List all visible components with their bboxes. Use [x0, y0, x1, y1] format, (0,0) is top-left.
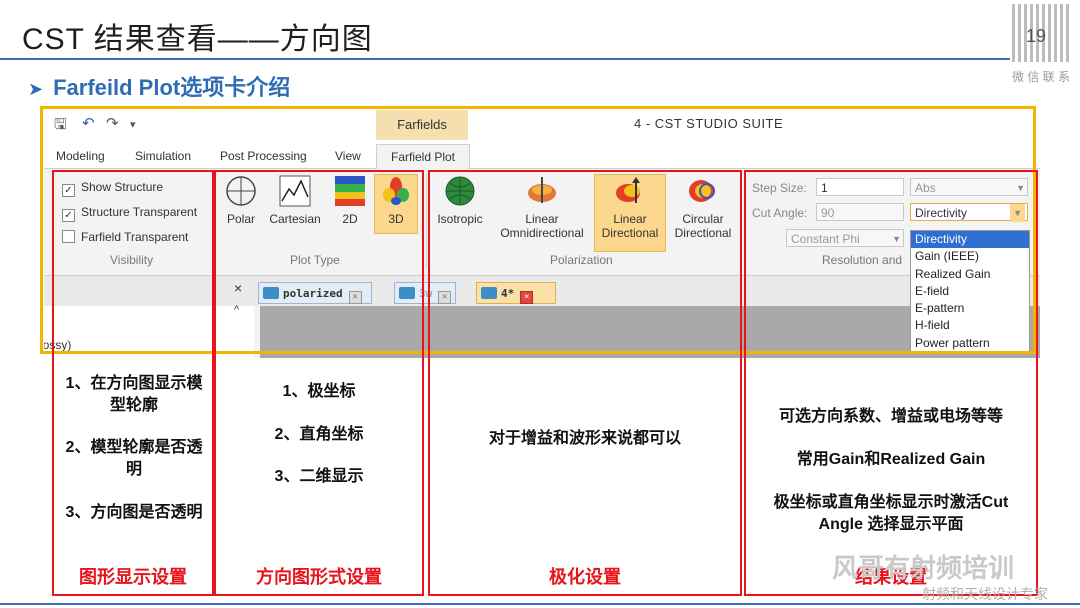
slide-title: CST 结果查看——方向图 — [22, 23, 373, 56]
note-plot-type-1: 1、极坐标 — [282, 383, 356, 400]
page-number: 19 — [1026, 26, 1047, 46]
caption-visibility: 图形显示设置 — [79, 567, 187, 587]
caption-plot-type: 方向图形式设置 — [256, 567, 382, 587]
watermark-text: 风哥有射频培训 — [832, 553, 1015, 583]
note-visibility-3: 3、方向图是否透明 — [65, 504, 203, 521]
note-visibility-2: 2、模型轮廓是否透明 — [65, 439, 203, 478]
note-result-1: 可选方向系数、增益或电场等等 — [778, 408, 1003, 425]
note-result-2: 常用Gain和Realized Gain — [796, 451, 986, 468]
watermark-subtext: 射频和天线设计专家 — [922, 586, 1048, 602]
note-plot-type-3: 3、二维显示 — [274, 468, 364, 485]
title-rule — [0, 58, 1010, 60]
caption-polarization: 极化设置 — [549, 567, 621, 587]
note-plot-type-2: 2、直角坐标 — [274, 426, 364, 443]
note-result-3: 极坐标或直角坐标显示时激活Cut Angle 选择显示平面 — [773, 494, 1009, 533]
bullet-arrow-icon: ➤ — [28, 79, 44, 99]
subtitle-text: Farfeild Plot选项卡介绍 — [53, 75, 291, 100]
note-visibility-1: 1、在方向图显示模型轮廓 — [65, 375, 203, 414]
annotation-box-polarization — [428, 170, 742, 596]
footer-rule — [0, 603, 1080, 605]
slide-subtitle: ➤ Farfeild Plot选项卡介绍 — [28, 70, 290, 102]
qr-caption: 微 信 联 系 — [1012, 70, 1071, 84]
note-polarization: 对于增益和波形来说都可以 — [488, 430, 681, 447]
